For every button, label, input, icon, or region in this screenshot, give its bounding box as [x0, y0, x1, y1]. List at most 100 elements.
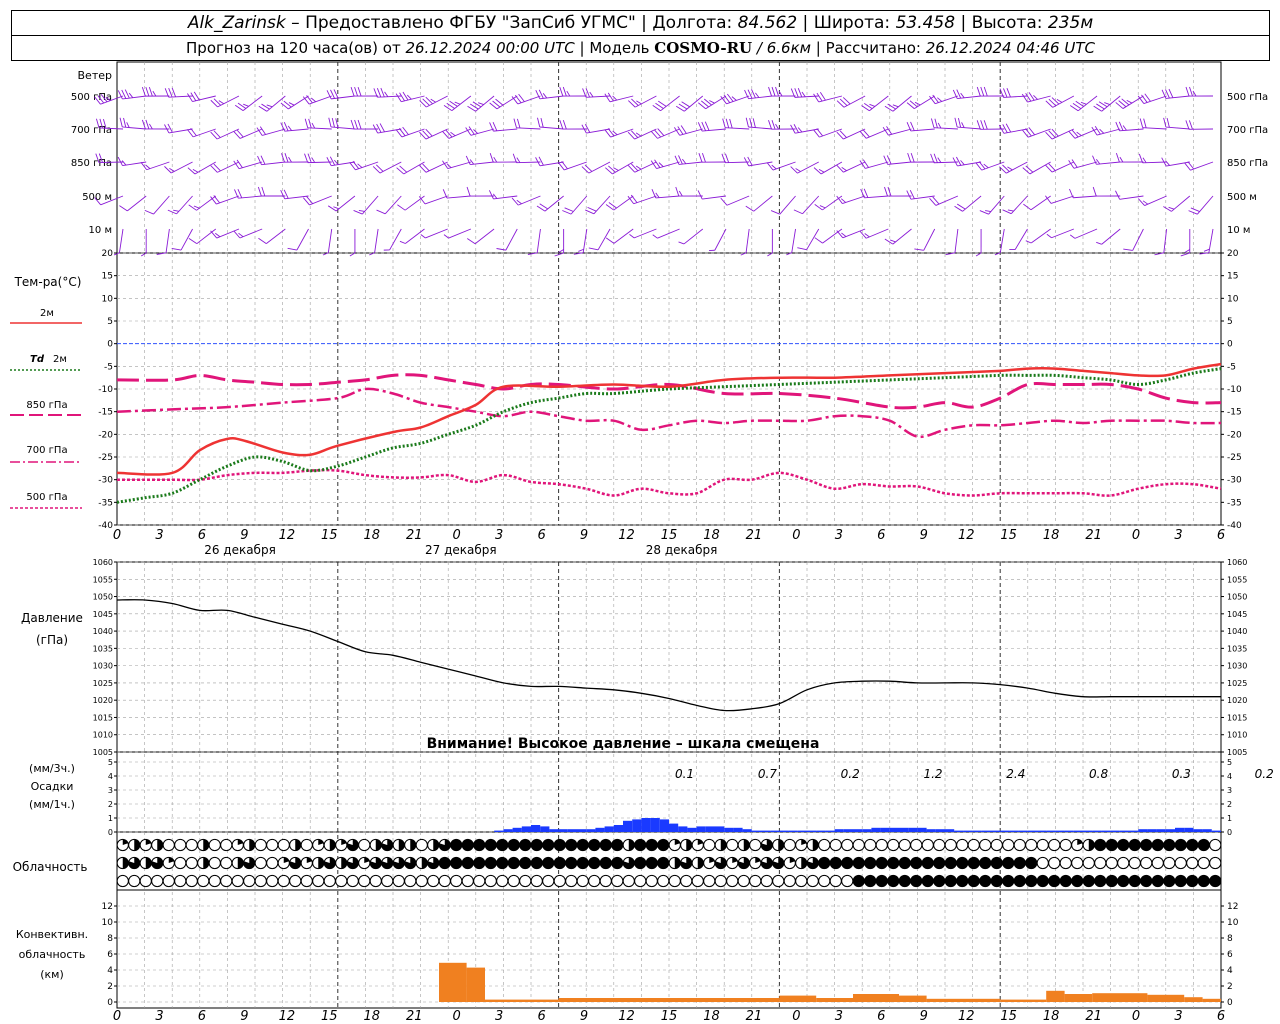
barb-shaft: [425, 228, 448, 239]
wind-barb: [234, 188, 263, 199]
cloud-circle: [553, 874, 566, 888]
barb-feather: [771, 120, 776, 130]
wind-barb: [187, 91, 216, 102]
cloud-circle: [634, 856, 647, 870]
cloud-symbol: [1071, 874, 1084, 888]
cloud-symbol: [990, 838, 1003, 852]
cloud-circle: [496, 874, 509, 888]
barb-shaft: [261, 161, 286, 166]
cloud-circle: [1163, 874, 1176, 888]
temp-tick-right: -15: [1227, 408, 1242, 418]
barb-feather: [311, 122, 316, 129]
cloud-symbol: [967, 856, 980, 870]
precip-bar: [512, 827, 522, 832]
barb-feather: [635, 165, 642, 170]
barb-feather: [605, 237, 615, 244]
cloud-symbol: [783, 856, 796, 870]
cloud-circle: [576, 874, 589, 888]
cloud-circle: [691, 874, 704, 888]
wind-level-labels: 500 гПа700 гПа850 гПа500 м10 м: [71, 92, 112, 236]
barb-shaft: [818, 95, 843, 103]
cloud-circle: [484, 856, 497, 870]
hour-tick-label: 9: [920, 1009, 928, 1024]
wind-barb: [369, 228, 379, 256]
cloud-symbol: [496, 838, 509, 852]
barb-feather: [537, 117, 541, 128]
cloud-circle: [599, 874, 612, 888]
cloud-symbol: [392, 874, 405, 888]
precip-tick-right: 1: [1227, 814, 1232, 823]
barb-feather: [775, 86, 779, 97]
barb-shaft: [962, 195, 982, 212]
precip-bar: [595, 827, 605, 832]
cloud-circle: [645, 838, 658, 852]
cloud-symbol: [484, 874, 497, 888]
wind-barb: [554, 228, 565, 257]
precip-tick-left: 1: [108, 814, 113, 823]
cloud-symbol: [277, 838, 290, 852]
cloud-circle: [542, 838, 555, 852]
cloud-symbol: [864, 874, 877, 888]
barb-shaft: [470, 161, 495, 166]
cloud-circle: [1071, 856, 1084, 870]
barb-feather: [493, 156, 498, 163]
conv-bar: [779, 995, 817, 1002]
barb-feather: [841, 167, 847, 172]
cloud-symbol: [956, 838, 969, 852]
barb-shaft: [238, 161, 263, 170]
barb-feather: [126, 122, 130, 128]
temp-tick-left: -40: [98, 521, 113, 531]
barb-feather: [658, 162, 664, 167]
cloud-circle: [967, 856, 980, 870]
barb-feather: [169, 167, 175, 172]
wind-barb: [1188, 195, 1214, 215]
cloud-circle: [1036, 856, 1049, 870]
cloud-circle: [553, 856, 566, 870]
cloud-symbol: [116, 838, 129, 852]
wind-barb: [210, 195, 240, 205]
wind-barb: [395, 91, 425, 103]
cloud-symbol: [599, 838, 612, 852]
cloud-symbol: [289, 838, 302, 852]
barb-feather: [909, 189, 915, 199]
wind-barb: [906, 189, 935, 200]
barb-feather: [859, 230, 867, 239]
precip-3h-sums: 0.10.70.21.22.40.80.30.20.40.50.10.10.3: [675, 767, 1274, 781]
cloud-symbol: [381, 838, 394, 852]
wind-barb: [767, 228, 773, 257]
cloud-symbol: [852, 838, 865, 852]
cloud-symbol: [1094, 838, 1107, 852]
barb-shaft: [865, 161, 889, 169]
conv-bar: [816, 998, 853, 1002]
precip-tick-right: 2: [1227, 800, 1232, 809]
cloud-circle: [1071, 874, 1084, 888]
cloud-circle: [530, 838, 543, 852]
cloud-symbol: [323, 856, 336, 870]
barb-feather: [283, 189, 289, 199]
cloud-symbol: [1140, 838, 1153, 852]
precip-bar: [843, 829, 853, 832]
cloud-circle: [944, 856, 957, 870]
wind-level-label: 500 гПа: [1227, 92, 1268, 103]
precip-bar: [908, 827, 918, 832]
barb-feather: [406, 94, 412, 100]
hour-tick-label: 0: [792, 528, 800, 543]
cloud-circle: [875, 874, 888, 888]
barb-feather: [145, 86, 150, 97]
cloud-circle: [1059, 856, 1072, 870]
barb-feather: [1138, 153, 1144, 163]
barb-shaft: [176, 195, 193, 215]
wind-barb: [465, 155, 495, 166]
wind-barb: [210, 161, 240, 173]
cloud-symbol: [749, 838, 762, 852]
barb-feather: [795, 168, 801, 172]
pressure-tick-left: 1045: [93, 610, 113, 619]
cloud-fill: [295, 839, 301, 851]
cloud-symbol: [668, 874, 681, 888]
cloud-circle: [841, 856, 854, 870]
barb-feather: [280, 189, 286, 199]
cloud-symbol: [634, 874, 647, 888]
barb-shaft: [1051, 228, 1075, 239]
cloud-symbol: [151, 874, 164, 888]
hour-tick-label: 15: [321, 528, 338, 543]
